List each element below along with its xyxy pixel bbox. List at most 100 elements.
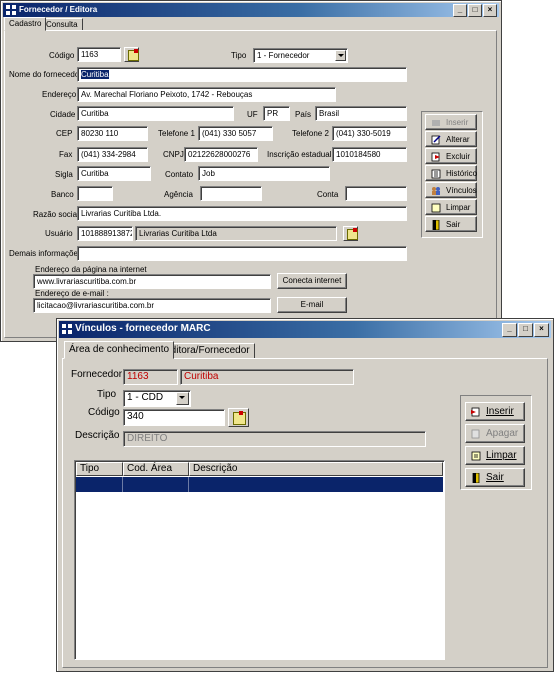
excluir-button[interactable]: Excluir	[425, 148, 477, 164]
vinculos-grid[interactable]: Tipo Cod. Área Descrição	[74, 460, 445, 660]
pais-label: País	[295, 110, 312, 119]
tab-area-conhecimento[interactable]: Área de conhecimento	[64, 341, 175, 359]
codigo-label: Código	[88, 407, 120, 418]
usuario-name-field: Livrarias Curitiba Ltda	[135, 226, 337, 241]
pais-field[interactable]: Brasil	[315, 106, 407, 121]
app-icon	[6, 5, 16, 15]
codigo-field[interactable]: 1163	[77, 47, 121, 62]
tipo-value: 1 - Fornecedor	[257, 51, 310, 60]
search-icon	[347, 228, 358, 240]
limpar-button[interactable]: Limpar	[425, 199, 477, 215]
tab-cadastro[interactable]: Cadastro	[4, 17, 47, 31]
cidade-field[interactable]: Curitiba	[77, 106, 234, 121]
cep-label: CEP	[56, 129, 73, 138]
alterar-button[interactable]: Alterar	[425, 131, 477, 147]
email-field[interactable]: licitacao@livrariascuritiba.com.br	[33, 298, 271, 313]
razao-label: Razão social	[33, 210, 79, 219]
codigo-search-button[interactable]	[228, 408, 249, 427]
inserir-button[interactable]: Inserir	[425, 114, 477, 130]
search-icon	[128, 49, 139, 61]
fornecedor-name-field: Curitiba	[180, 369, 354, 385]
grid-header-cod-area[interactable]: Cod. Área	[123, 462, 189, 476]
codigo-field[interactable]: 340	[123, 409, 225, 426]
grid-header-descricao[interactable]: Descrição	[189, 462, 443, 476]
inserir-button[interactable]: Inserir	[465, 402, 525, 421]
contato-field[interactable]: Job	[198, 166, 330, 181]
exit-door-icon	[432, 220, 440, 230]
grid-header-tipo[interactable]: Tipo	[76, 462, 123, 476]
usuario-code-field[interactable]: 101888913872	[77, 226, 133, 241]
table-row[interactable]	[76, 477, 443, 492]
sigla-field[interactable]: Curitiba	[77, 166, 151, 181]
telefone2-field[interactable]: (041) 330-5019	[332, 126, 407, 141]
minimize-icon[interactable]: _	[453, 4, 467, 17]
tipo-label: Tipo	[231, 51, 247, 60]
codigo-search-button[interactable]	[124, 47, 139, 62]
telefone1-field[interactable]: (041) 330 5057	[198, 126, 273, 141]
app-icon	[62, 324, 72, 334]
nome-value: Curitiba	[81, 70, 109, 79]
chevron-down-icon[interactable]	[176, 392, 189, 405]
inserir-label: Inserir	[486, 406, 514, 417]
sair-label: Sair	[486, 472, 504, 483]
clear-icon	[471, 451, 481, 461]
vinculos-button[interactable]: Vínculos	[425, 182, 477, 198]
agencia-field[interactable]	[200, 186, 262, 201]
fornecedor-label: Fornecedor	[71, 369, 123, 380]
endereco-field[interactable]: Av. Marechal Floriano Peixoto, 1742 - Re…	[77, 87, 336, 102]
cnpj-field[interactable]: 02122628000276	[184, 147, 258, 162]
fornecedor-code-field: 1163	[123, 369, 178, 385]
usuario-label: Usuário	[45, 229, 73, 238]
vinculos-titlebar[interactable]: Vínculos - fornecedor MARC _ □ ×	[59, 321, 551, 338]
endereco-label: Endereço	[42, 90, 77, 99]
sair-button[interactable]: Sair	[465, 468, 525, 487]
descricao-field: DIREITO	[123, 431, 426, 447]
codigo-label: Código	[49, 51, 75, 60]
cep-field[interactable]: 80230 110	[77, 126, 148, 141]
cnpj-label: CNPJ	[163, 150, 184, 159]
edit-icon	[431, 135, 441, 145]
fornecedor-titlebar[interactable]: Fornecedor / Editora _ □ ×	[3, 3, 499, 17]
clear-icon	[431, 203, 441, 213]
tipo-select[interactable]: 1 - CDD	[123, 390, 191, 407]
maximize-icon[interactable]: □	[518, 323, 533, 337]
close-icon[interactable]: ×	[483, 4, 497, 17]
limpar-button[interactable]: Limpar	[465, 446, 525, 465]
grid-header: Tipo Cod. Área Descrição	[76, 462, 443, 476]
uf-label: UF	[247, 110, 258, 119]
inscricao-field[interactable]: 1010184580	[332, 147, 407, 162]
nome-label: Nome do fornecedor	[9, 70, 82, 79]
internet-field[interactable]: www.livrariascuritiba.com.br	[33, 274, 271, 289]
vinculos-dialog: Vínculos - fornecedor MARC _ □ × Área de c…	[56, 318, 554, 672]
minimize-icon[interactable]: _	[502, 323, 517, 337]
conecta-internet-button[interactable]: Conecta internet	[277, 273, 347, 289]
history-icon	[431, 169, 441, 179]
historico-button[interactable]: Histórico	[425, 165, 477, 181]
razao-field[interactable]: Livrarias Curitiba Ltda.	[77, 206, 407, 221]
sair-button[interactable]: Sair	[425, 216, 477, 232]
usuario-search-button[interactable]	[343, 226, 358, 241]
table-cell	[122, 477, 123, 492]
fax-field[interactable]: (041) 334-2984	[77, 147, 148, 162]
maximize-icon[interactable]: □	[468, 4, 482, 17]
telefone2-label: Telefone 2	[292, 129, 329, 138]
people-icon	[432, 187, 440, 195]
window-title: Fornecedor / Editora	[19, 5, 98, 14]
tipo-label: Tipo	[97, 389, 117, 400]
conta-field[interactable]	[345, 186, 407, 201]
email-button[interactable]: E-mail	[277, 297, 347, 313]
nome-field[interactable]: Curitiba	[77, 67, 407, 82]
telefone1-label: Telefone 1	[158, 129, 195, 138]
demais-field[interactable]	[77, 246, 407, 261]
tipo-select[interactable]: 1 - Fornecedor	[253, 48, 348, 63]
insert-icon	[432, 120, 440, 126]
descricao-label: Descrição	[75, 430, 120, 441]
uf-field[interactable]: PR	[263, 106, 290, 121]
search-icon	[233, 411, 246, 425]
banco-field[interactable]	[77, 186, 113, 201]
cidade-label: Cidade	[50, 110, 76, 119]
apagar-button[interactable]: Apagar	[465, 424, 525, 443]
insert-icon	[471, 407, 480, 417]
chevron-down-icon[interactable]	[335, 50, 346, 61]
close-icon[interactable]: ×	[534, 323, 549, 337]
